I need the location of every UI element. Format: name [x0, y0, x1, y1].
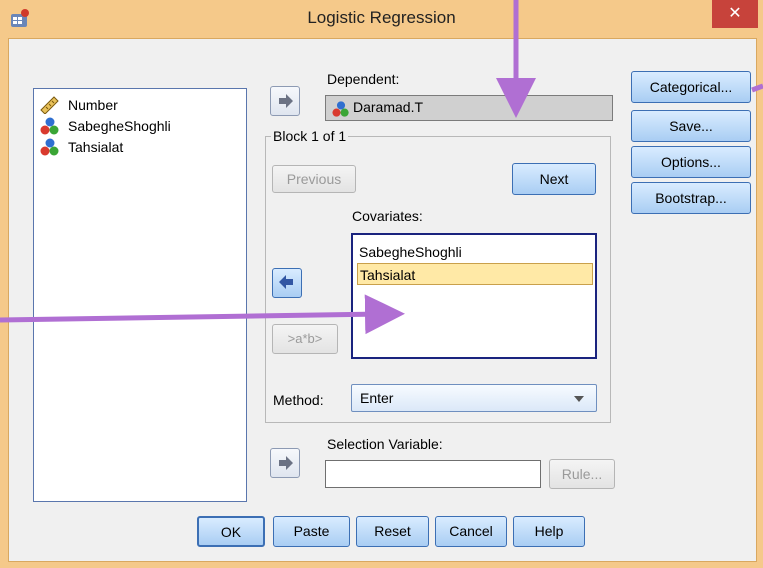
annotation-arrow-categorical [751, 83, 763, 93]
dialog-window: Logistic Regression ✕ Number SabegheShog… [0, 0, 763, 568]
annotation-arrow-covariates [0, 294, 405, 335]
annotation-overlay [0, 0, 763, 335]
